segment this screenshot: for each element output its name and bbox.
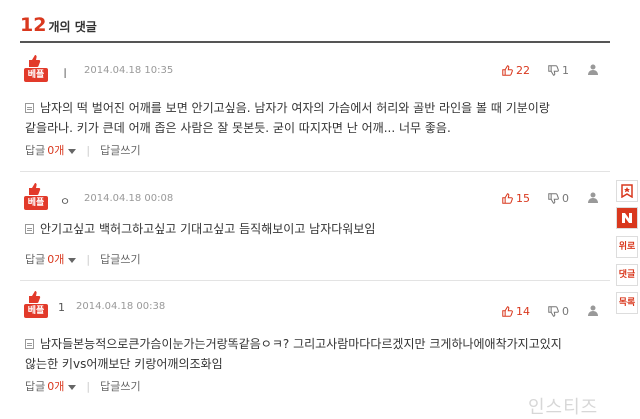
dislike-count: 1 [562, 64, 569, 77]
comment-text-line: 남자의 떡 벌어진 어깨를 보면 안기고싶음. 남자가 여자의 가슴에서 허리와… [40, 101, 550, 115]
dislike-count: 0 [562, 192, 569, 205]
write-reply-link[interactable]: 답글쓰기 [100, 378, 140, 394]
comment-date: 2014.04.18 10:35 [84, 65, 174, 76]
comment-count: 12 [20, 14, 47, 36]
dislike-button[interactable]: 1 [548, 64, 569, 77]
thumbs-down-icon [548, 193, 559, 204]
best-badge: 베플 [24, 196, 48, 210]
like-count: 22 [516, 64, 530, 77]
comment-date: 2014.04.18 00:08 [84, 193, 174, 204]
thumbs-up-icon [502, 193, 513, 204]
reply-count: 0개 [47, 380, 65, 393]
comments-header: 12 개의 댓글 [20, 14, 97, 38]
thumbs-up-icon [502, 65, 513, 76]
comment-body: 안기고싶고 백허그하고싶고 기대고싶고 듬직해보이고 남자다워보임 [25, 219, 585, 239]
footer-divider: | [86, 252, 91, 266]
comment-item: 베플 ㅇ 2014.04.18 00:08 15 0 안기고싶고 백허그하고싶고… [20, 180, 610, 280]
comment-body: 남자의 떡 벌어진 어깨를 보면 안기고싶음. 남자가 여자의 가슴에서 허리와… [25, 98, 585, 138]
comment-author[interactable]: ㅇ [60, 193, 70, 209]
caret-down-icon [68, 258, 77, 263]
comment-item: 베플 1 2014.04.18 00:38 14 0 남자들본능적으로큰가슴이눈… [20, 288, 610, 398]
scroll-top-button[interactable]: 위로 [616, 236, 638, 258]
n-logo-icon [622, 213, 632, 223]
comment-meta: 베플 1 2014.04.18 00:38 14 0 [20, 288, 610, 328]
best-thumb-icon [29, 55, 41, 67]
comment-divider [20, 280, 610, 281]
list-button[interactable]: 목록 [616, 292, 638, 314]
comment-footer: 답글 0개 | 답글쓰기 [25, 142, 141, 158]
like-button[interactable]: 15 [502, 192, 530, 205]
reply-toggle[interactable]: 답글 0개 [25, 251, 77, 267]
caret-down-icon [68, 385, 77, 390]
like-count: 14 [516, 305, 530, 318]
reply-toggle[interactable]: 답글 0개 [25, 378, 77, 394]
caret-down-icon [68, 149, 77, 154]
reply-label: 답글 [25, 380, 46, 393]
comment-item: 베플 ㅣ 2014.04.18 10:35 22 1 남자의 떡 벌어진 어깨를… [20, 52, 610, 162]
best-badge: 베플 [24, 68, 48, 82]
like-button[interactable]: 14 [502, 305, 530, 318]
thumbs-up-icon [502, 306, 513, 317]
footer-divider: | [86, 143, 91, 157]
write-reply-link[interactable]: 답글쓰기 [100, 251, 140, 267]
like-count: 15 [516, 192, 530, 205]
reply-label: 답글 [25, 144, 46, 157]
write-reply-link[interactable]: 답글쓰기 [100, 142, 140, 158]
comment-body: 남자들본능적으로큰가슴이눈가는거랑똑같음ㅇㅋ? 그리고사람마다다르겠지만 크게하… [25, 334, 585, 374]
comment-text-line: 않는한 키vs어깨보단 키랑어깨의조화임 [25, 357, 223, 371]
comment-author[interactable]: ㅣ [60, 65, 70, 81]
comment-footer: 답글 0개 | 답글쓰기 [25, 378, 141, 394]
report-icon[interactable] [588, 192, 598, 203]
dislike-button[interactable]: 0 [548, 192, 569, 205]
comment-meta: 베플 ㅣ 2014.04.18 10:35 22 1 [20, 52, 610, 92]
best-thumb-icon [29, 291, 41, 303]
comment-count-label: 개의 댓글 [48, 20, 97, 34]
best-badge: 베플 [24, 304, 48, 318]
scroll-comments-button[interactable]: 댓글 [616, 264, 638, 286]
document-icon [25, 103, 34, 113]
reply-label: 답글 [25, 253, 46, 266]
document-icon [25, 224, 34, 234]
reply-toggle[interactable]: 답글 0개 [25, 142, 77, 158]
comment-author[interactable]: 1 [58, 301, 65, 314]
header-divider [20, 41, 610, 43]
dislike-count: 0 [562, 305, 569, 318]
dislike-button[interactable]: 0 [548, 305, 569, 318]
thumbs-down-icon [548, 65, 559, 76]
site-watermark: 인스티즈 [528, 397, 599, 418]
document-icon [25, 339, 34, 349]
comment-date: 2014.04.18 00:38 [76, 301, 166, 312]
reply-count: 0개 [47, 253, 65, 266]
like-button[interactable]: 22 [502, 64, 530, 77]
reply-count: 0개 [47, 144, 65, 157]
bookmark-button[interactable] [616, 180, 638, 202]
comment-footer: 답글 0개 | 답글쓰기 [25, 251, 141, 267]
best-thumb-icon [29, 183, 41, 195]
report-icon[interactable] [588, 305, 598, 316]
naver-share-button[interactable] [616, 207, 638, 229]
comment-divider [20, 171, 610, 172]
footer-divider: | [86, 379, 91, 393]
comment-text-line: 안기고싶고 백허그하고싶고 기대고싶고 듬직해보이고 남자다워보임 [40, 222, 376, 236]
comment-meta: 베플 ㅇ 2014.04.18 00:08 15 0 [20, 180, 610, 220]
bookmark-icon [621, 184, 633, 199]
report-icon[interactable] [588, 64, 598, 75]
comment-text-line: 남자들본능적으로큰가슴이눈가는거랑똑같음ㅇㅋ? 그리고사람마다다르겠지만 크게하… [40, 337, 562, 351]
comment-text-line: 같을라나. 키가 큰데 어깨 좁은 사람은 잘 못본듯. 굳이 따지자면 난 어… [25, 121, 451, 135]
thumbs-down-icon [548, 306, 559, 317]
